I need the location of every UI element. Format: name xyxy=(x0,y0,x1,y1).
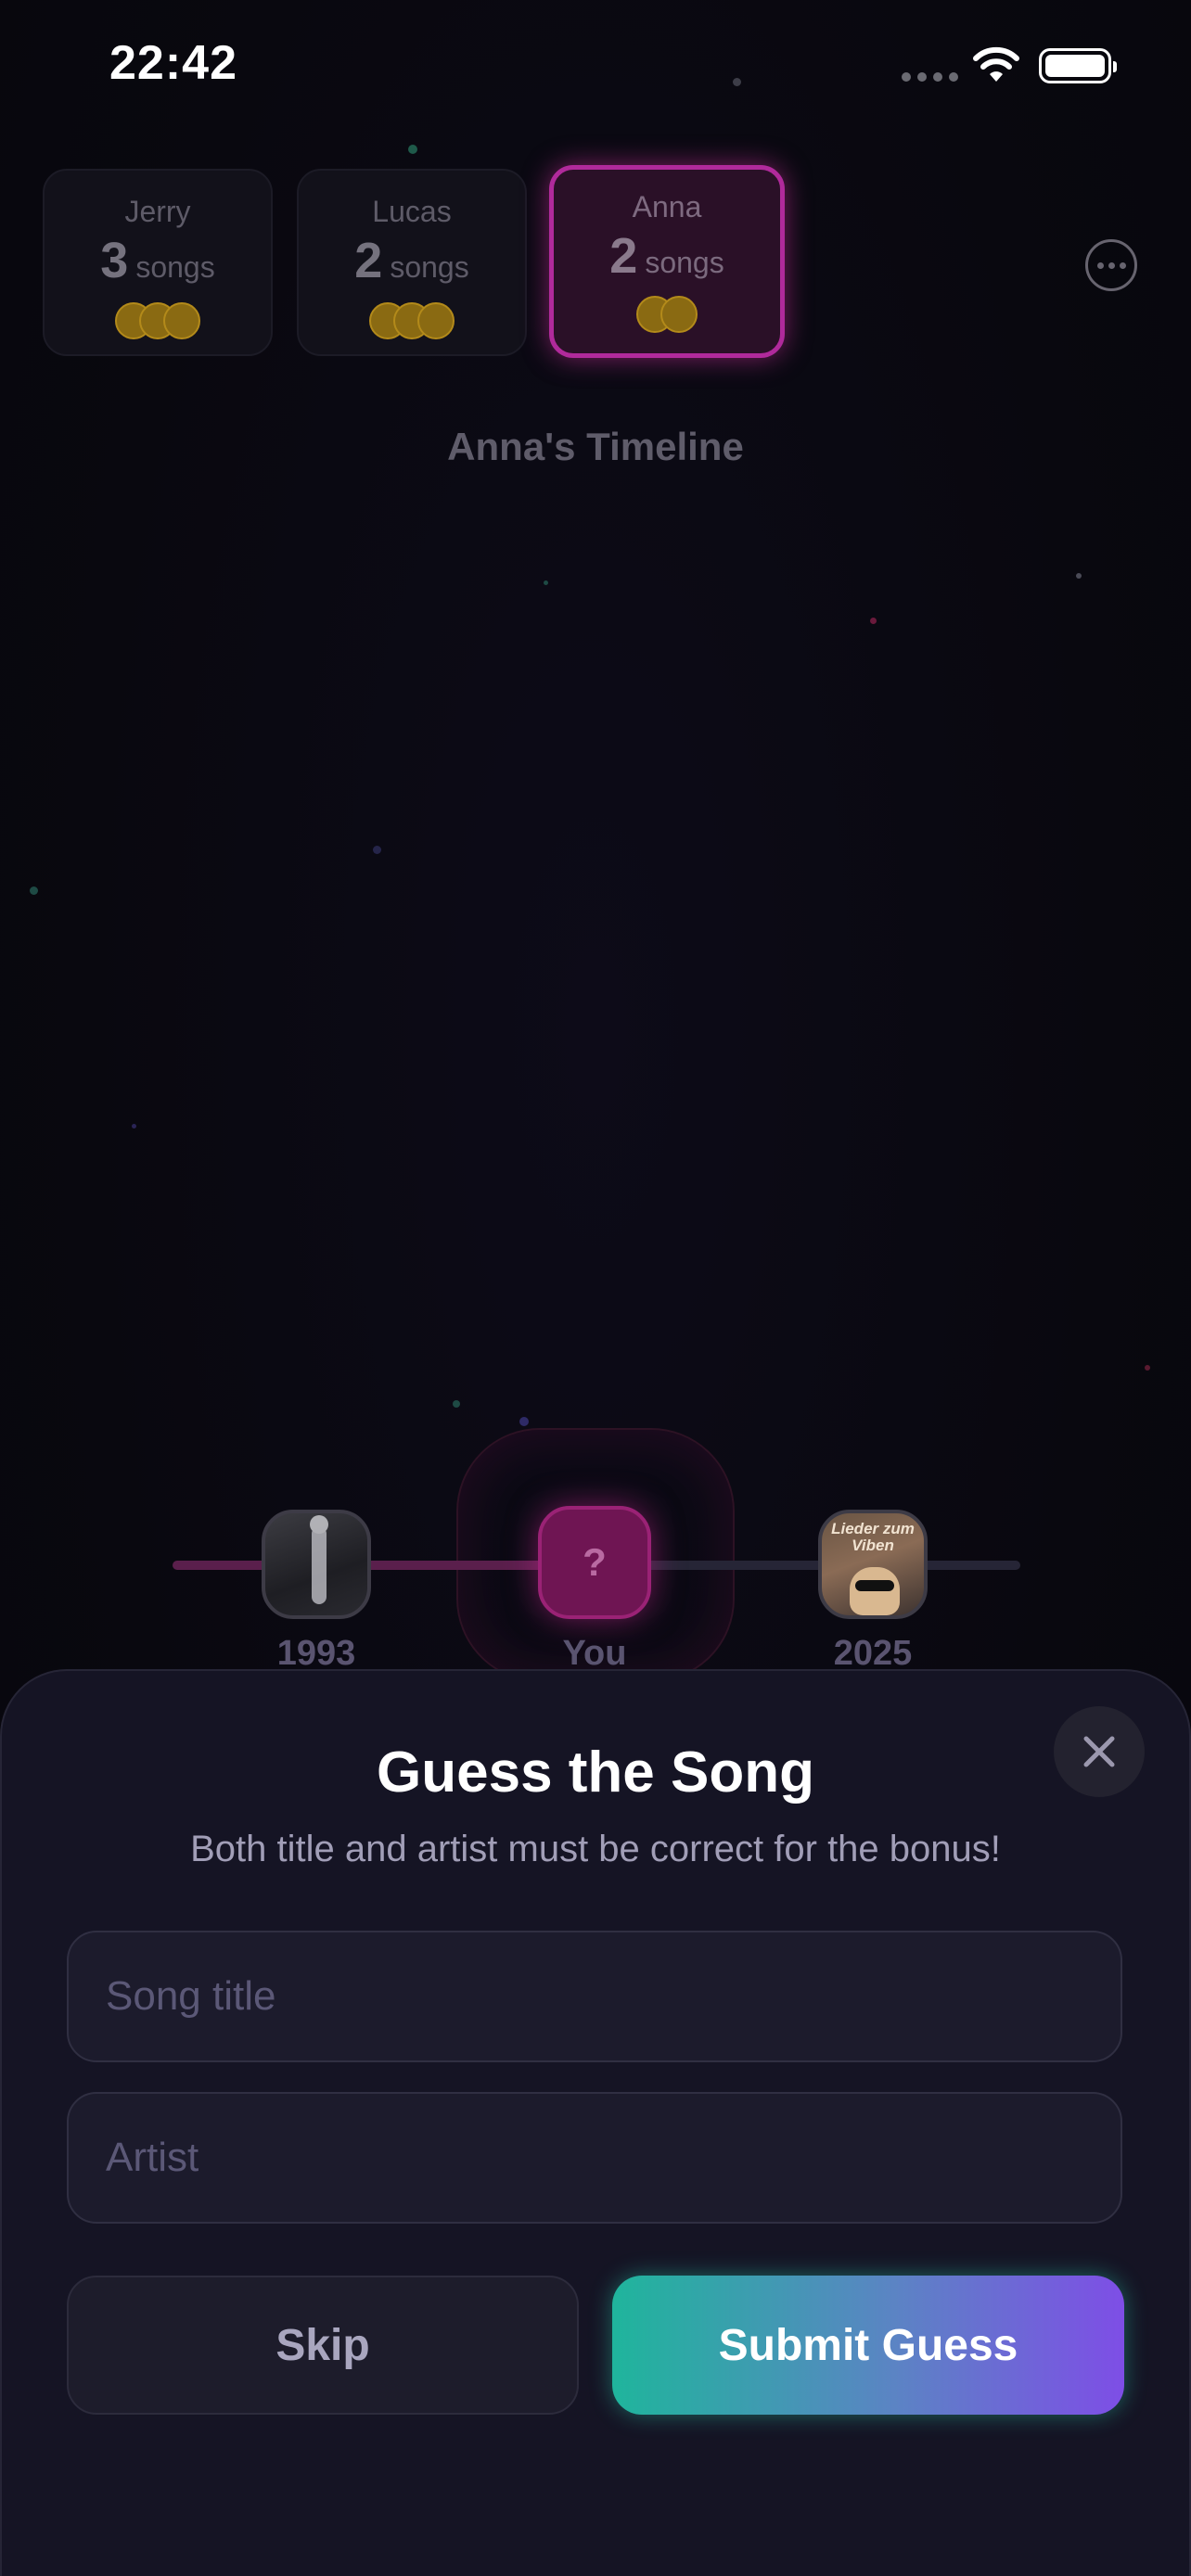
player-name: Jerry xyxy=(124,195,191,228)
particle-dot xyxy=(519,1417,529,1426)
sheet-subtitle: Both title and artist must be correct fo… xyxy=(190,1829,1001,1869)
particle-dot xyxy=(373,846,381,854)
wifi-icon xyxy=(973,46,1019,82)
player-card-anna[interactable]: Anna 2 songs xyxy=(549,165,785,358)
token-coins xyxy=(45,302,271,339)
particle-dot xyxy=(733,78,741,86)
album-dog-image xyxy=(850,1567,900,1615)
player-song-count: 3 songs xyxy=(100,233,215,288)
status-time: 22:42 xyxy=(109,36,237,90)
particle-dot xyxy=(453,1400,460,1408)
player-song-count: 2 songs xyxy=(609,228,724,284)
particle-dot xyxy=(544,580,548,585)
timeline-label-you: You xyxy=(562,1634,627,1673)
player-name: Lucas xyxy=(372,195,452,228)
particle-dot xyxy=(1145,1365,1150,1371)
particle-dot xyxy=(870,618,877,624)
particle-dot xyxy=(408,145,417,154)
mystery-song-card[interactable]: ? xyxy=(538,1506,651,1619)
battery-icon xyxy=(1039,48,1117,83)
album-cover-2025[interactable]: Lieder zum Viben xyxy=(818,1510,928,1619)
skip-button[interactable]: Skip xyxy=(67,2276,579,2415)
player-card-lucas[interactable]: Lucas 2 songs xyxy=(297,169,527,356)
submit-guess-button[interactable]: Submit Guess xyxy=(612,2276,1124,2415)
timeline-title: Anna's Timeline xyxy=(447,425,744,468)
timeline-label-2025: 2025 xyxy=(833,1634,913,1673)
album-cover-1993[interactable] xyxy=(262,1510,371,1619)
token-coins xyxy=(299,302,525,339)
album-cover-text: Lieder zum Viben xyxy=(831,1520,915,1554)
more-options-icon[interactable] xyxy=(1085,239,1137,291)
particle-dot xyxy=(1076,573,1082,579)
timeline-label-1993: 1993 xyxy=(276,1634,356,1673)
player-name: Anna xyxy=(632,190,702,223)
particle-dot xyxy=(30,886,38,895)
player-song-count: 2 songs xyxy=(354,233,469,288)
player-card-jerry[interactable]: Jerry 3 songs xyxy=(43,169,273,356)
token-coins xyxy=(554,296,780,333)
song-title-input[interactable] xyxy=(67,1931,1122,2062)
album-figure xyxy=(310,1515,328,1604)
cellular-signal-icon xyxy=(902,72,958,82)
particle-dot xyxy=(132,1124,136,1129)
sheet-title: Guess the Song xyxy=(377,1741,814,1804)
artist-input[interactable] xyxy=(67,2092,1122,2224)
